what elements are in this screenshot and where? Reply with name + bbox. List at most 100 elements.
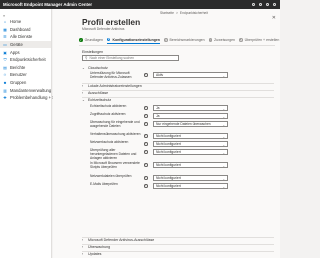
sidebar-item[interactable]: ✚ Problembehandlung + Sup... [0,94,63,102]
troubleshooting-icon: ✚ [3,96,7,101]
sidebar-item[interactable]: ▭ Geräte [0,40,51,49]
wizard-step[interactable]: 2 Konfigurationseinstellungen [106,37,160,44]
chevron-down-icon: ⌄ [222,73,225,78]
sidebar-item-label: Home [10,19,22,25]
search-icon: ⚲ [85,56,88,60]
setting-row: Netzwerkdateien überprüfen i Nicht konfigu… [90,174,278,183]
section-updates[interactable]: › Updates [82,251,101,257]
setting-dropdown[interactable]: Nicht konfiguriert ⌄ [153,141,228,147]
sidebar-item-label: Gruppen [10,80,27,86]
setting-dropdown[interactable]: Aktiv ⌄ [153,72,228,78]
chevron-down-icon: ⌄ [222,176,225,181]
step-number: 4 [208,38,213,42]
sidebar-item-label: Endpunktsicherheit [10,57,46,63]
info-icon[interactable]: i [144,122,148,126]
info-icon[interactable]: i [144,142,148,146]
dropdown-value: Nicht konfiguriert [156,162,181,167]
setting-dropdown[interactable]: Nicht konfiguriert ⌄ [153,149,228,155]
chevron-right-icon: › [82,245,84,249]
sidebar-item[interactable]: ⌂ Home [0,18,51,26]
wizard-step[interactable]: ✓ Grundlagen [79,38,103,43]
info-icon[interactable]: i [144,134,148,138]
user-icon: ☺ [3,72,7,77]
notifications-icon[interactable] [252,3,255,6]
section-label: Lokale Administratoreinstellungen [88,84,142,88]
chevron-down-icon: ⌄ [222,150,225,155]
section-defender-av-exclusions[interactable]: › Microsoft Defender Antivirus-Ausschlüs… [82,237,154,243]
groups-icon: ☻ [3,80,7,85]
help-icon[interactable] [266,3,269,6]
info-icon[interactable]: i [144,176,148,180]
top-bar: Microsoft Endpoint Manager Admin Center [0,0,280,9]
setting-label: Netzwerkschutz aktivieren [90,140,129,144]
apps-icon: ▣ [3,50,7,55]
setting-dropdown[interactable]: Ja ⌄ [153,113,228,119]
tenant-admin-icon: ▥ [3,88,7,93]
top-bar-icons [252,3,280,6]
section-label: Ausschlüsse [88,91,109,95]
info-icon[interactable]: i [144,73,148,77]
sidebar-item[interactable]: ☻ Gruppen [0,79,51,87]
chevron-down-icon: ⌄ [222,134,225,139]
main-content: Startseite > Endpunktsicherheit ✕ Profil e… [53,9,280,258]
chevron-right-icon: › [82,252,84,256]
sidebar-item[interactable]: ⛉ Endpunktsicherheit [0,56,51,64]
sidebar-item[interactable]: ▦ Dashboard [0,26,51,34]
devices-icon: ▭ [3,43,7,48]
account-icon[interactable] [273,3,276,6]
sidebar-item-label: Dashboard [10,26,31,32]
sidebar-item[interactable]: ☺ Benutzer [0,71,51,79]
chevron-right-icon: › [82,91,84,95]
breadcrumb-home[interactable]: Startseite [160,11,174,15]
sidebar-item-label: Berichte [10,64,26,70]
section-label: Cloudschutz [88,66,108,70]
info-icon[interactable]: i [144,106,148,110]
setting-label: Unterstützung für Microsoft Defender Ant… [90,71,132,79]
section-exclusions[interactable]: › Ausschlüsse [82,90,108,96]
settings-icon[interactable] [259,3,262,6]
dropdown-value: Nicht konfiguriert [156,149,181,154]
section-label: Microsoft Defender Antivirus-Ausschlüsse [88,238,155,242]
setting-label: In Microsoft Browsern verwendete Skripts… [90,161,140,169]
info-icon[interactable]: i [144,114,148,118]
setting-dropdown[interactable]: Nicht konfiguriert ⌄ [153,133,228,139]
setting-label: Echtzeitschutz aktivieren [90,104,127,108]
settings-search-input[interactable] [89,55,175,61]
sidebar-item[interactable]: ▣ Apps [0,48,51,56]
all-services-icon: ☰ [3,35,7,40]
info-icon[interactable]: i [144,184,148,188]
section-monitoring[interactable]: › Überwachung [82,244,110,250]
section-label: Überwachung [88,245,111,249]
info-icon[interactable]: i [144,150,148,154]
dropdown-value: Aktiv [156,72,164,77]
info-icon[interactable]: i [144,163,148,167]
wizard-step[interactable]: 3 Bereichsmarkierungen [163,38,205,43]
section-label: Updates [88,252,102,256]
sidebar: « ⌂ Home ▦ Dashboard ☰ Alle Dienste ▭ Geräte ▣ Ap… [0,9,63,258]
sidebar-item[interactable]: ▥ Mandantenverwaltung [0,86,51,94]
sidebar-item[interactable]: ☰ Alle Dienste [0,33,51,41]
step-label: Konfigurationseinstellungen [112,37,160,42]
section-local-admin[interactable]: › Lokale Administratoreinstellungen [82,83,142,89]
setting-row-cloud: Unterstützung für Microsoft Defender Ant… [90,71,278,82]
wizard-step[interactable]: 4 Zuweisungen [208,38,235,43]
chevron-down-icon: ⌄ [222,142,225,147]
setting-dropdown[interactable]: Nicht konfiguriert ⌄ [153,183,228,189]
setting-label: Überwachung für eingehende und ausgehend… [90,120,140,128]
sidebar-item-label: Apps [10,49,20,55]
sidebar-item-label: Benutzer [10,72,27,78]
page-title: Profil erstellen [82,17,141,27]
section-realtime-protection[interactable]: ⌄ Echtzeitschutz [82,97,111,103]
chevron-down-icon: ⌄ [82,66,85,70]
sidebar-item[interactable]: ▤ Berichte [0,64,51,72]
setting-dropdown[interactable]: Nicht konfiguriert ⌄ [153,162,228,168]
step-number: ✓ [79,38,83,42]
setting-dropdown[interactable]: Nicht konfiguriert ⌄ [153,175,228,181]
close-icon[interactable]: ✕ [272,15,276,21]
setting-dropdown[interactable]: Nur eingehende Dateien überwachen ⌄ [153,121,228,127]
breadcrumb-endpoint-security[interactable]: Endpunktsicherheit [180,11,208,15]
dropdown-value: Ja [156,105,160,110]
setting-dropdown[interactable]: Ja ⌄ [153,105,228,111]
setting-label: Netzwerkdateien überprüfen [90,174,132,178]
wizard-step[interactable]: 5 Überprüfen + erstellen [238,38,279,43]
